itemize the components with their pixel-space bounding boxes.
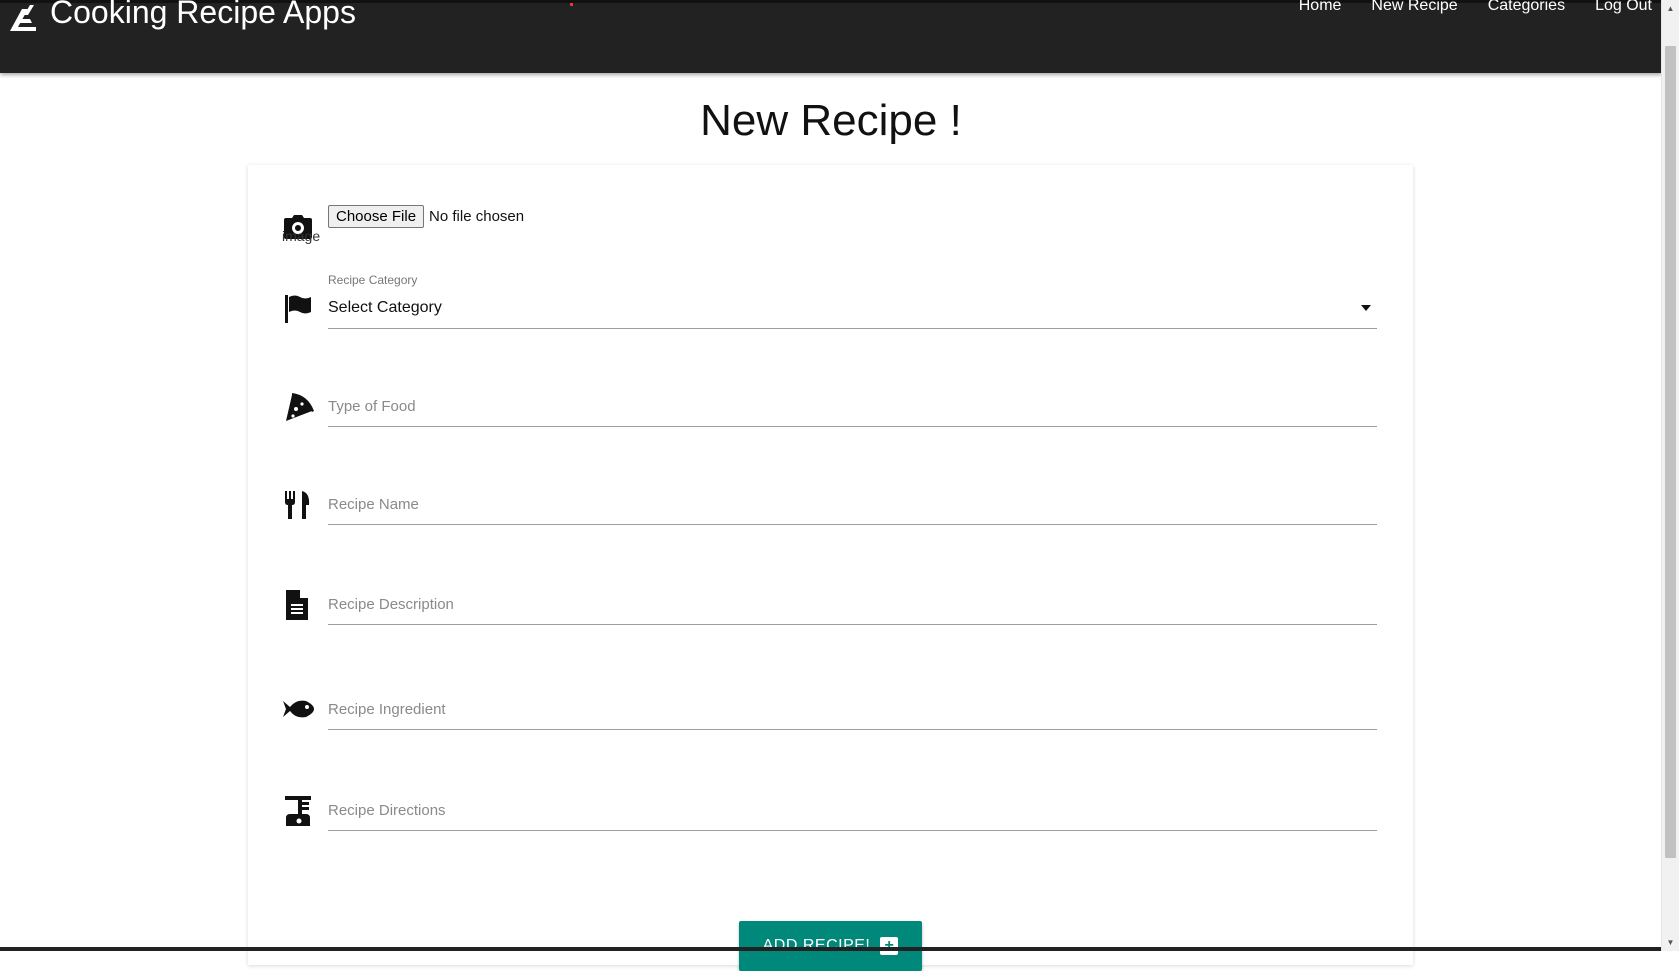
- add-recipe-button[interactable]: ADD RECIPE! +: [739, 921, 922, 971]
- nav-log-out[interactable]: Log Out: [1595, 0, 1652, 15]
- recipe-directions-placeholder: Recipe Directions: [328, 802, 446, 819]
- field-underline: [328, 729, 1377, 730]
- pizza-icon: [282, 391, 314, 423]
- nav-home[interactable]: Home: [1299, 0, 1342, 15]
- page-title: New Recipe !: [700, 96, 962, 145]
- choose-file-button[interactable]: Choose File: [328, 205, 425, 228]
- app-logo-icon: [10, 5, 36, 31]
- nav-categories[interactable]: Categories: [1488, 0, 1565, 15]
- field-underline: [328, 328, 1377, 329]
- field-underline: [328, 830, 1377, 831]
- recipe-ingredient-placeholder: Recipe Ingredient: [328, 701, 446, 718]
- add-recipe-label: ADD RECIPE!: [762, 937, 871, 954]
- field-underline: [328, 624, 1377, 625]
- recipe-category-value: Select Category: [328, 299, 442, 316]
- top-navbar: Cooking Recipe Apps Home New Recipe Cate…: [0, 0, 1662, 73]
- nav-new-recipe[interactable]: New Recipe: [1371, 0, 1457, 15]
- image-preview-alt: image: [282, 228, 321, 244]
- field-underline: [328, 524, 1377, 525]
- scroll-up-arrow-icon[interactable]: ▲: [1662, 0, 1679, 17]
- recipe-form-card: Choose File No file chosen image Recipe …: [248, 165, 1413, 971]
- fish-icon: [282, 693, 314, 725]
- bottom-edge: [0, 947, 1662, 951]
- decorative-dot: [570, 3, 573, 6]
- blender-icon: [282, 795, 314, 827]
- main-nav: Home New Recipe Categories Log Out: [1269, 0, 1652, 15]
- recipe-description-input[interactable]: Recipe Description: [328, 575, 1377, 625]
- utensils-icon: [282, 489, 314, 521]
- scrollbar-thumb[interactable]: [1665, 46, 1676, 858]
- file-status: No file chosen: [429, 208, 525, 225]
- recipe-name-input[interactable]: Recipe Name: [328, 475, 1377, 525]
- recipe-category-label: Recipe Category: [328, 273, 418, 287]
- app-title: Cooking Recipe Apps: [50, 0, 356, 30]
- field-underline: [328, 426, 1377, 427]
- vertical-scrollbar[interactable]: ▲ ▼: [1661, 0, 1679, 951]
- type-of-food-placeholder: Type of Food: [328, 398, 416, 415]
- chevron-down-icon: [1361, 305, 1371, 311]
- flag-icon: [282, 293, 314, 325]
- scroll-down-arrow-icon[interactable]: ▼: [1662, 934, 1679, 951]
- brand[interactable]: Cooking Recipe Apps: [6, 0, 356, 37]
- type-of-food-input[interactable]: Type of Food: [328, 375, 1377, 427]
- document-icon: [282, 589, 314, 621]
- recipe-description-placeholder: Recipe Description: [328, 596, 454, 613]
- recipe-ingredient-input[interactable]: Recipe Ingredient: [328, 673, 1377, 730]
- recipe-category-select[interactable]: Recipe Category Select Category: [328, 273, 1377, 329]
- recipe-directions-input[interactable]: Recipe Directions: [328, 775, 1377, 831]
- recipe-name-placeholder: Recipe Name: [328, 496, 419, 513]
- plus-icon: +: [880, 937, 899, 955]
- file-upload: Choose File No file chosen: [328, 205, 524, 228]
